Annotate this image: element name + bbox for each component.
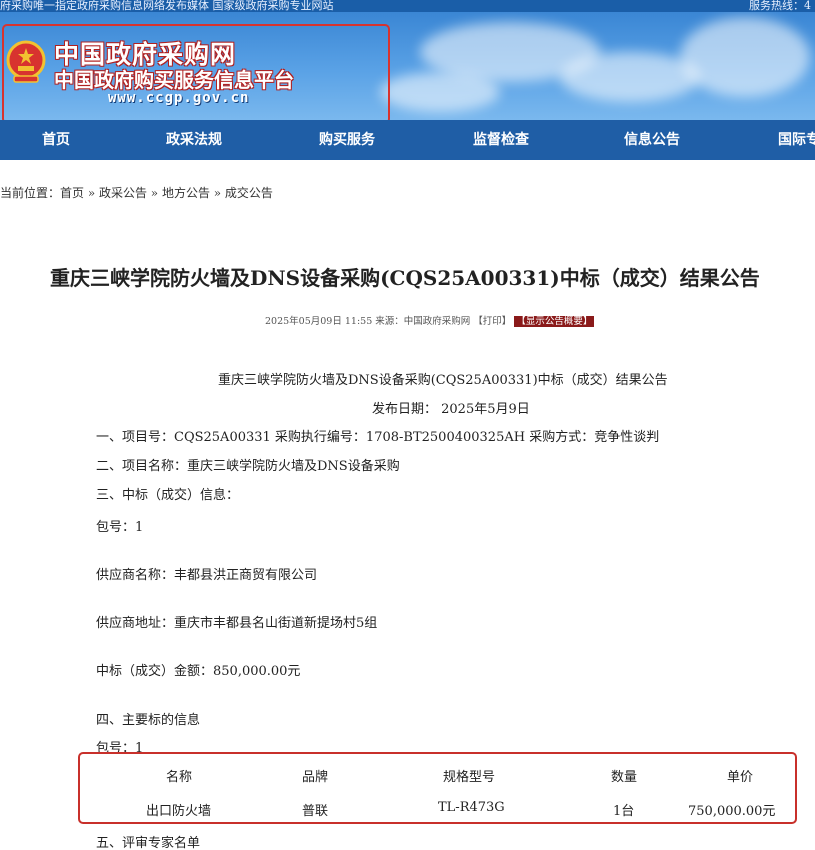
nav-regulations[interactable]: 政采法规 xyxy=(166,120,222,160)
supplier-address: 供应商地址：重庆市丰都县名山街道新提场村5组 xyxy=(96,616,378,631)
show-summary-button[interactable]: 【显示公告概要】 xyxy=(514,316,595,327)
table-cell-quantity: 1台 xyxy=(613,804,635,819)
article-title: 重庆三峡学院防火墙及DNS设备采购(CQS25A00331)中标（成交）结果公告 xyxy=(50,266,760,290)
top-strip-hotline: 服务热线：4 xyxy=(749,0,811,12)
nav-supervision[interactable]: 监督检查 xyxy=(473,120,529,160)
document-title: 重庆三峡学院防火墙及DNS设备采购(CQS25A00331)中标（成交）结果公告 xyxy=(218,373,668,388)
top-info-strip: 府采购唯一指定政府采购信息网络发布媒体 国家级政府采购专业网站 服务热线：4 xyxy=(0,0,815,12)
publish-date: 发布日期： 2025年5月9日 xyxy=(372,402,530,417)
nav-international[interactable]: 国际专 xyxy=(778,120,815,160)
package-number: 包号：1 xyxy=(96,520,144,535)
expert-list-heading: 五、评审专家名单 xyxy=(96,836,201,850)
award-amount: 中标（成交）金额：850,000.00元 xyxy=(96,664,301,679)
table-cell-name: 出口防火墙 xyxy=(146,804,212,819)
table-header-unit-price: 单价 xyxy=(727,770,754,785)
table-header-model: 规格型号 xyxy=(443,770,496,785)
top-strip-slogan: 府采购唯一指定政府采购信息网络发布媒体 国家级政府采购专业网站 xyxy=(0,0,334,12)
breadcrumb[interactable]: 当前位置：首页 » 政采公告 » 地方公告 » 成交公告 xyxy=(0,184,273,201)
table-header-name: 名称 xyxy=(166,770,193,785)
project-name-line: 二、项目名称：重庆三峡学院防火墙及DNS设备采购 xyxy=(96,459,400,474)
nav-home[interactable]: 首页 xyxy=(42,120,70,160)
table-cell-unit-price: 750,000.00元 xyxy=(688,804,776,819)
table-header-brand: 品牌 xyxy=(302,770,329,785)
article-meta-text: 2025年05月09日 11:55 来源：中国政府采购网 【打印】 xyxy=(265,316,512,327)
award-info-heading: 三、中标（成交）信息： xyxy=(96,488,240,503)
project-number-line: 一、项目号：CQS25A00331 采购执行编号：1708-BT25004003… xyxy=(96,430,660,445)
table-header-quantity: 数量 xyxy=(611,770,638,785)
logo-highlight-box xyxy=(2,24,390,124)
nav-purchase-services[interactable]: 购买服务 xyxy=(319,120,375,160)
main-items-heading: 四、主要标的信息 xyxy=(96,713,201,728)
table-cell-model: TL-R473G xyxy=(438,800,505,815)
nav-announcements[interactable]: 信息公告 xyxy=(624,120,680,160)
article-meta: 2025年05月09日 11:55 来源：中国政府采购网 【打印】 【显示公告概… xyxy=(265,313,595,327)
table-cell-brand: 普联 xyxy=(302,804,329,819)
supplier-name: 供应商名称：丰都县洪正商贸有限公司 xyxy=(96,568,318,583)
main-nav: 首页 政采法规 购买服务 监督检查 信息公告 国际专 xyxy=(0,120,815,160)
